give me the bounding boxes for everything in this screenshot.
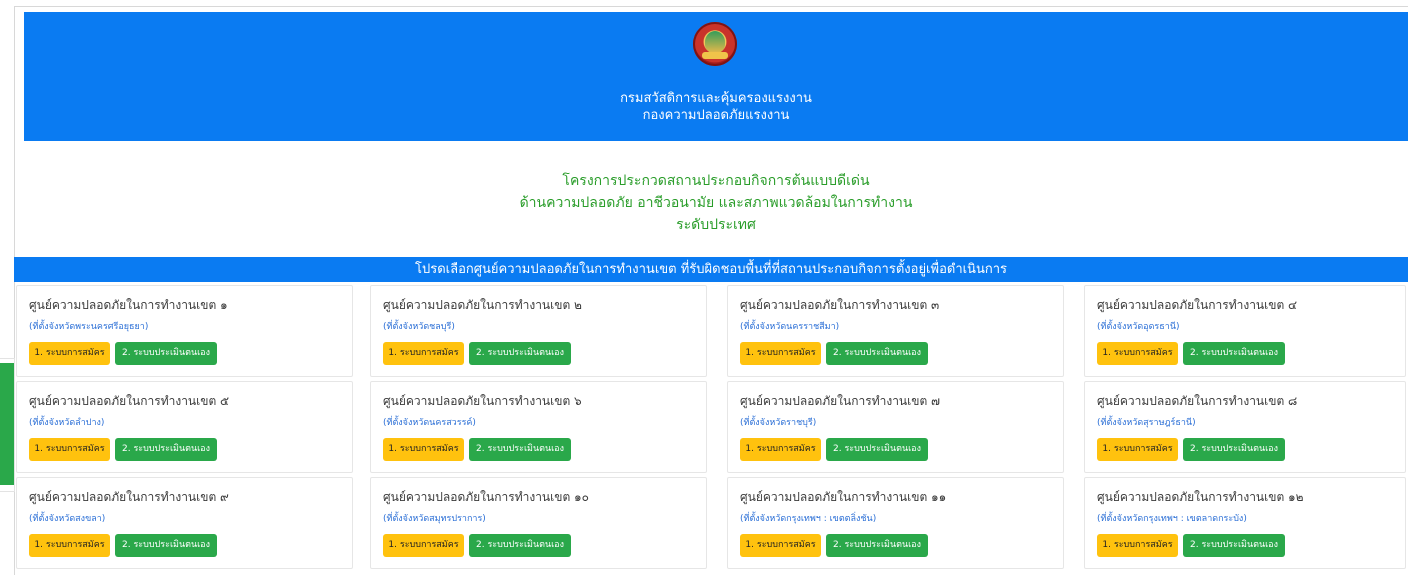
- self-assessment-button[interactable]: 2. ระบบประเมินตนเอง: [826, 438, 928, 461]
- register-button[interactable]: 1. ระบบการสมัคร: [29, 438, 110, 461]
- self-assessment-button[interactable]: 2. ระบบประเมินตนเอง: [469, 534, 571, 557]
- register-button[interactable]: 1. ระบบการสมัคร: [1097, 534, 1178, 557]
- register-button[interactable]: 1. ระบบการสมัคร: [383, 534, 464, 557]
- zone-card-10: ศูนย์ความปลอดภัยในการทำงานเขต ๑๐ (ที่ตั้…: [370, 477, 707, 569]
- self-assessment-button[interactable]: 2. ระบบประเมินตนเอง: [1183, 438, 1285, 461]
- zone-location: (ที่ตั้งจังหวัดนครสวรรค์): [383, 418, 476, 428]
- zone-card-9: ศูนย์ความปลอดภัยในการทำงานเขต ๙ (ที่ตั้ง…: [16, 477, 353, 569]
- zone-title: ศูนย์ความปลอดภัยในการทำงานเขต ๓: [740, 298, 940, 312]
- zone-card-6: ศูนย์ความปลอดภัยในการทำงานเขต ๖ (ที่ตั้ง…: [370, 381, 707, 473]
- zone-location: (ที่ตั้งจังหวัดลำปาง): [29, 418, 105, 428]
- zone-title: ศูนย์ความปลอดภัยในการทำงานเขต ๑๒: [1097, 490, 1304, 504]
- self-assessment-button[interactable]: 2. ระบบประเมินตนเอง: [1183, 342, 1285, 365]
- project-title-line1: โครงการประกวดสถานประกอบกิจการต้นแบบดีเด่…: [562, 173, 870, 189]
- zone-title: ศูนย์ความปลอดภัยในการทำงานเขต ๔: [1097, 298, 1298, 312]
- zone-location: (ที่ตั้งจังหวัดสมุทรปราการ): [383, 514, 486, 524]
- register-button[interactable]: 1. ระบบการสมัคร: [383, 342, 464, 365]
- zone-title: ศูนย์ความปลอดภัยในการทำงานเขต ๕: [29, 394, 230, 408]
- division-name: กองความปลอดภัยแรงงาน: [642, 108, 790, 123]
- zone-card-12: ศูนย์ความปลอดภัยในการทำงานเขต ๑๒ (ที่ตั้…: [1084, 477, 1406, 569]
- zone-title: ศูนย์ความปลอดภัยในการทำงานเขต ๗: [740, 394, 941, 408]
- department-name: กรมสวัสดิการและคุ้มครองแรงงาน: [620, 91, 812, 106]
- zone-location: (ที่ตั้งจังหวัดชลบุรี): [383, 322, 455, 332]
- register-button[interactable]: 1. ระบบการสมัคร: [29, 534, 110, 557]
- divider: [14, 141, 15, 257]
- register-button[interactable]: 1. ระบบการสมัคร: [740, 438, 821, 461]
- zone-location: (ที่ตั้งจังหวัดกรุงเทพฯ : เขตตลิ่งชัน): [740, 514, 877, 524]
- self-assessment-button[interactable]: 2. ระบบประเมินตนเอง: [1183, 534, 1285, 557]
- project-title-line2: ด้านความปลอดภัย อาชีวอนามัย และสภาพแวดล้…: [519, 195, 913, 211]
- register-button[interactable]: 1. ระบบการสมัคร: [1097, 438, 1178, 461]
- zone-location: (ที่ตั้งจังหวัดพระนครศรีอยุธยา): [29, 322, 149, 332]
- self-assessment-button[interactable]: 2. ระบบประเมินตนเอง: [826, 342, 928, 365]
- self-assessment-button[interactable]: 2. ระบบประเมินตนเอง: [469, 342, 571, 365]
- zone-card-11: ศูนย์ความปลอดภัยในการทำงานเขต ๑๑ (ที่ตั้…: [727, 477, 1064, 569]
- register-button[interactable]: 1. ระบบการสมัคร: [1097, 342, 1178, 365]
- zone-location: (ที่ตั้งจังหวัดสงขลา): [29, 514, 106, 524]
- zone-card-5: ศูนย์ความปลอดภัยในการทำงานเขต ๕ (ที่ตั้ง…: [16, 381, 353, 473]
- self-assessment-button[interactable]: 2. ระบบประเมินตนเอง: [826, 534, 928, 557]
- zone-card-2: ศูนย์ความปลอดภัยในการทำงานเขต ๒ (ที่ตั้ง…: [370, 285, 707, 377]
- ministry-seal-icon: [693, 22, 737, 66]
- zone-card-7: ศูนย์ความปลอดภัยในการทำงานเขต ๗ (ที่ตั้ง…: [727, 381, 1064, 473]
- site-header: กรมสวัสดิการและคุ้มครองแรงงาน กองความปลอ…: [24, 12, 1408, 141]
- zone-card-8: ศูนย์ความปลอดภัยในการทำงานเขต ๘ (ที่ตั้ง…: [1084, 381, 1406, 473]
- self-assessment-button[interactable]: 2. ระบบประเมินตนเอง: [115, 438, 217, 461]
- zone-title: ศูนย์ความปลอดภัยในการทำงานเขต ๑๐: [383, 490, 589, 504]
- zone-location: (ที่ตั้งจังหวัดนครราชสีมา): [740, 322, 840, 332]
- register-button[interactable]: 1. ระบบการสมัคร: [383, 438, 464, 461]
- zone-card-4: ศูนย์ความปลอดภัยในการทำงานเขต ๔ (ที่ตั้ง…: [1084, 285, 1406, 377]
- register-button[interactable]: 1. ระบบการสมัคร: [740, 342, 821, 365]
- project-title: โครงการประกวดสถานประกอบกิจการต้นแบบดีเด่…: [24, 170, 1408, 236]
- zone-card-3: ศูนย์ความปลอดภัยในการทำงานเขต ๓ (ที่ตั้ง…: [727, 285, 1064, 377]
- zone-title: ศูนย์ความปลอดภัยในการทำงานเขต ๑๑: [740, 490, 947, 504]
- zone-card-1: ศูนย์ความปลอดภัยในการทำงานเขต ๑ (ที่ตั้ง…: [16, 285, 353, 377]
- zone-title: ศูนย์ความปลอดภัยในการทำงานเขต ๑: [29, 298, 228, 312]
- register-button[interactable]: 1. ระบบการสมัคร: [740, 534, 821, 557]
- self-assessment-button[interactable]: 2. ระบบประเมินตนเอง: [115, 342, 217, 365]
- zone-location: (ที่ตั้งจังหวัดอุดรธานี): [1097, 322, 1180, 332]
- project-title-line3: ระดับประเทศ: [676, 217, 756, 233]
- zone-title: ศูนย์ความปลอดภัยในการทำงานเขต ๖: [383, 394, 582, 408]
- register-button[interactable]: 1. ระบบการสมัคร: [29, 342, 110, 365]
- zone-location: (ที่ตั้งจังหวัดสุราษฎร์ธานี): [1097, 418, 1196, 428]
- instruction-banner: โปรดเลือกศูนย์ความปลอดภัยในการทำงานเขต ท…: [14, 257, 1408, 282]
- side-tab[interactable]: [0, 363, 14, 485]
- zone-title: ศูนย์ความปลอดภัยในการทำงานเขต ๙: [29, 490, 229, 504]
- zone-location: (ที่ตั้งจังหวัดกรุงเทพฯ : เขตลาดกระบัง): [1097, 514, 1247, 524]
- zone-title: ศูนย์ความปลอดภัยในการทำงานเขต ๒: [383, 298, 582, 312]
- self-assessment-button[interactable]: 2. ระบบประเมินตนเอง: [469, 438, 571, 461]
- zone-location: (ที่ตั้งจังหวัดราชบุรี): [740, 418, 817, 428]
- zone-title: ศูนย์ความปลอดภัยในการทำงานเขต ๘: [1097, 394, 1298, 408]
- self-assessment-button[interactable]: 2. ระบบประเมินตนเอง: [115, 534, 217, 557]
